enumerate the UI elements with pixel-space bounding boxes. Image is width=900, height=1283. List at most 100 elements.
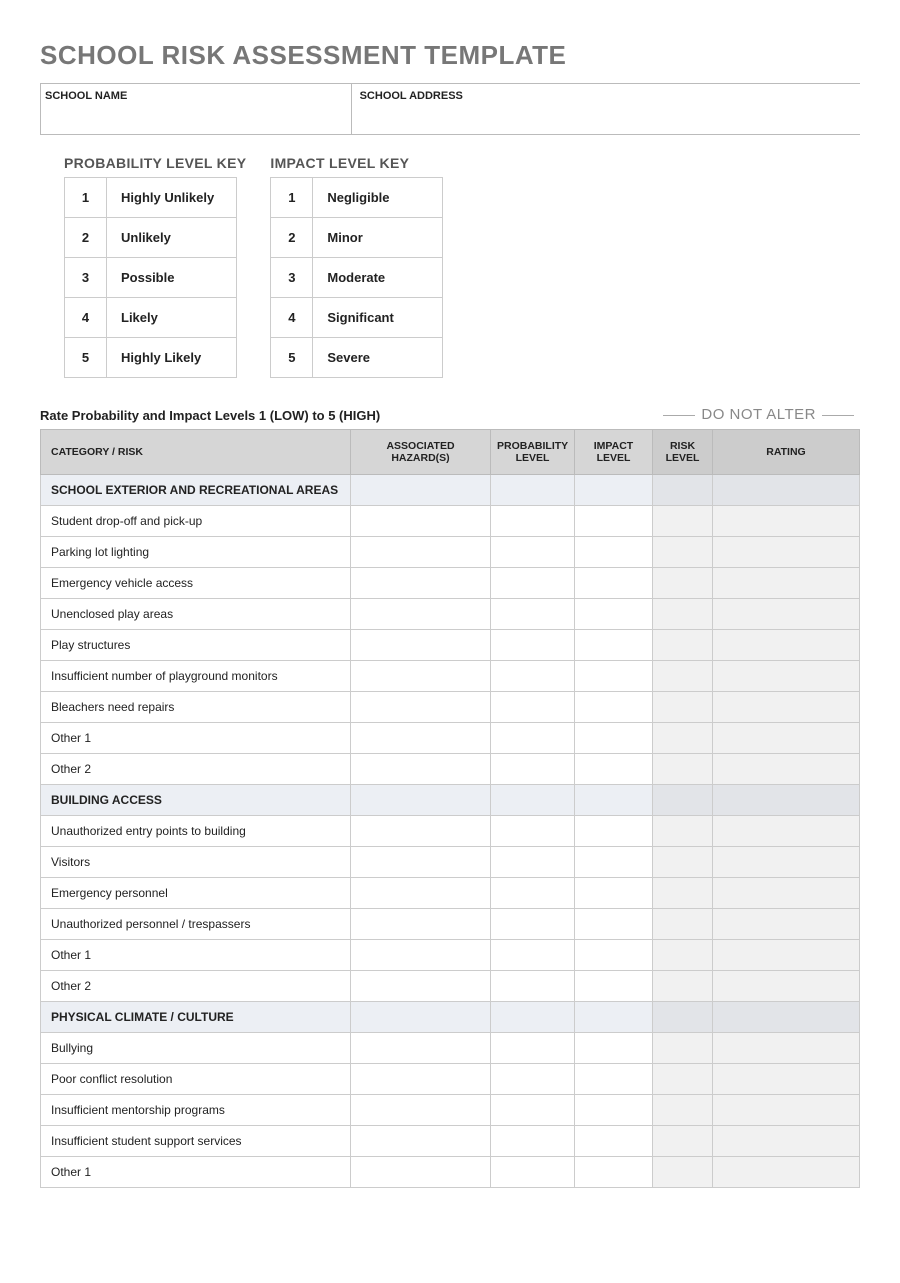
rating-cell[interactable] [712,1095,859,1126]
risk-cell[interactable] [652,661,712,692]
hazard-cell[interactable] [351,661,491,692]
hazard-cell[interactable] [351,1033,491,1064]
hazard-cell[interactable] [351,692,491,723]
rating-cell[interactable] [712,599,859,630]
probability-cell[interactable] [491,1064,575,1095]
impact-cell[interactable] [574,1126,652,1157]
risk-cell[interactable] [652,599,712,630]
impact-cell[interactable] [574,506,652,537]
rating-cell[interactable] [712,909,859,940]
risk-cell[interactable] [652,754,712,785]
rating-cell[interactable] [712,630,859,661]
probability-cell[interactable] [491,661,575,692]
probability-cell[interactable] [491,754,575,785]
rating-cell[interactable] [712,1126,859,1157]
probability-cell[interactable] [491,1126,575,1157]
impact-cell[interactable] [574,599,652,630]
hazard-cell[interactable] [351,816,491,847]
impact-cell[interactable] [574,878,652,909]
impact-cell[interactable] [574,1095,652,1126]
rating-cell[interactable] [712,661,859,692]
risk-cell[interactable] [652,1095,712,1126]
probability-cell[interactable] [491,568,575,599]
hazard-cell[interactable] [351,909,491,940]
probability-cell[interactable] [491,816,575,847]
impact-cell[interactable] [574,909,652,940]
risk-cell[interactable] [652,878,712,909]
impact-cell[interactable] [574,537,652,568]
impact-cell[interactable] [574,1157,652,1188]
rating-cell[interactable] [712,816,859,847]
risk-cell[interactable] [652,847,712,878]
rating-cell[interactable] [712,940,859,971]
rating-cell[interactable] [712,692,859,723]
probability-cell[interactable] [491,1095,575,1126]
impact-cell[interactable] [574,692,652,723]
probability-cell[interactable] [491,630,575,661]
probability-cell[interactable] [491,723,575,754]
rating-cell[interactable] [712,1064,859,1095]
risk-cell[interactable] [652,940,712,971]
impact-cell[interactable] [574,1033,652,1064]
hazard-cell[interactable] [351,599,491,630]
risk-cell[interactable] [652,1157,712,1188]
school-address-cell[interactable]: SCHOOL ADDRESS [352,84,860,134]
impact-cell[interactable] [574,816,652,847]
school-name-cell[interactable]: SCHOOL NAME [40,84,352,134]
rating-cell[interactable] [712,1033,859,1064]
risk-cell[interactable] [652,1126,712,1157]
rating-cell[interactable] [712,723,859,754]
risk-cell[interactable] [652,506,712,537]
hazard-cell[interactable] [351,506,491,537]
probability-cell[interactable] [491,909,575,940]
probability-cell[interactable] [491,537,575,568]
probability-cell[interactable] [491,506,575,537]
probability-cell[interactable] [491,1157,575,1188]
rating-cell[interactable] [712,754,859,785]
hazard-cell[interactable] [351,847,491,878]
hazard-cell[interactable] [351,723,491,754]
risk-cell[interactable] [652,537,712,568]
probability-cell[interactable] [491,971,575,1002]
rating-cell[interactable] [712,971,859,1002]
risk-cell[interactable] [652,568,712,599]
risk-cell[interactable] [652,630,712,661]
hazard-cell[interactable] [351,568,491,599]
probability-cell[interactable] [491,847,575,878]
rating-cell[interactable] [712,878,859,909]
probability-cell[interactable] [491,940,575,971]
hazard-cell[interactable] [351,1157,491,1188]
hazard-cell[interactable] [351,940,491,971]
risk-cell[interactable] [652,1064,712,1095]
hazard-cell[interactable] [351,537,491,568]
impact-cell[interactable] [574,661,652,692]
impact-cell[interactable] [574,723,652,754]
hazard-cell[interactable] [351,754,491,785]
hazard-cell[interactable] [351,1064,491,1095]
rating-cell[interactable] [712,847,859,878]
hazard-cell[interactable] [351,630,491,661]
probability-cell[interactable] [491,599,575,630]
probability-cell[interactable] [491,1033,575,1064]
risk-cell[interactable] [652,692,712,723]
hazard-cell[interactable] [351,971,491,1002]
hazard-cell[interactable] [351,1095,491,1126]
rating-cell[interactable] [712,568,859,599]
rating-cell[interactable] [712,1157,859,1188]
risk-cell[interactable] [652,723,712,754]
risk-cell[interactable] [652,816,712,847]
risk-cell[interactable] [652,909,712,940]
probability-cell[interactable] [491,878,575,909]
rating-cell[interactable] [712,537,859,568]
risk-cell[interactable] [652,971,712,1002]
hazard-cell[interactable] [351,1126,491,1157]
risk-cell[interactable] [652,1033,712,1064]
impact-cell[interactable] [574,847,652,878]
impact-cell[interactable] [574,754,652,785]
probability-cell[interactable] [491,692,575,723]
impact-cell[interactable] [574,971,652,1002]
rating-cell[interactable] [712,506,859,537]
impact-cell[interactable] [574,568,652,599]
hazard-cell[interactable] [351,878,491,909]
impact-cell[interactable] [574,1064,652,1095]
